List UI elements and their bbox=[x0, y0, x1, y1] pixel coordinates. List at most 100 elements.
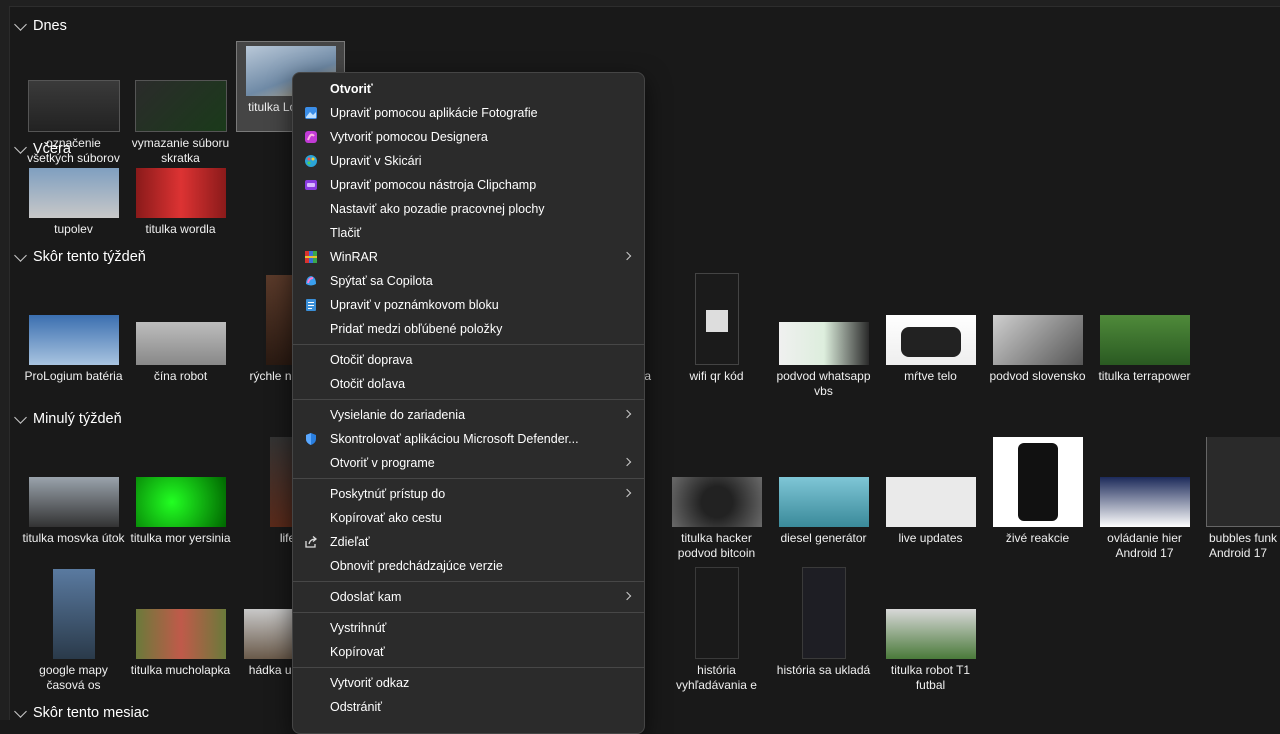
file-thumbnail bbox=[1099, 477, 1190, 527]
file-tile[interactable]: titulka mucholapka bbox=[127, 569, 234, 678]
file-name: ProLogium batéria bbox=[24, 369, 123, 383]
menu-item-give-access[interactable]: Poskytnúť prístup do bbox=[297, 482, 640, 506]
file-tile[interactable]: čína robot bbox=[127, 275, 234, 384]
file-thumbnail bbox=[694, 273, 739, 365]
menu-item-designer[interactable]: Vytvoriť pomocou Designera bbox=[297, 125, 640, 149]
file-name: tupolev bbox=[54, 222, 93, 236]
file-thumbnail bbox=[671, 477, 762, 527]
menu-item-open[interactable]: Otvoriť bbox=[297, 77, 640, 101]
menu-item-copy[interactable]: Kopírovať bbox=[297, 640, 640, 664]
menu-item-delete[interactable]: Odstrániť bbox=[297, 695, 640, 719]
menu-item-cut[interactable]: Vystrihnúť bbox=[297, 616, 640, 640]
menu-item-print[interactable]: Tlačiť bbox=[297, 221, 640, 245]
file-tile[interactable]: mŕtve telo bbox=[877, 275, 984, 384]
menu-item-clipchamp[interactable]: Upraviť pomocou nástroja Clipchamp bbox=[297, 173, 640, 197]
chevron-down-icon bbox=[14, 704, 27, 718]
group-header-last-week[interactable]: Minulý týždeň bbox=[14, 409, 122, 429]
file-thumbnail bbox=[801, 567, 846, 659]
file-name: história vyhľadávania e bbox=[676, 663, 757, 692]
file-tile[interactable]: titulka mor yersinia bbox=[127, 437, 234, 546]
navigation-pane-edge bbox=[0, 0, 10, 720]
winrar-icon bbox=[305, 251, 317, 263]
file-thumbnail bbox=[134, 80, 227, 132]
file-name: live updates bbox=[898, 531, 963, 545]
file-tile[interactable]: titulka robot T1 futbal bbox=[877, 569, 984, 693]
file-thumbnail bbox=[992, 437, 1083, 527]
menu-item-favorites[interactable]: Pridať medzi obľúbené položky bbox=[297, 317, 640, 341]
toolbar-edge bbox=[9, 0, 1280, 7]
menu-item-restore-versions[interactable]: Obnoviť predchádzajúce verzie bbox=[297, 554, 640, 578]
menu-separator bbox=[293, 478, 644, 479]
menu-item-paint[interactable]: Upraviť v Skicári bbox=[297, 149, 640, 173]
file-name: podvod slovensko bbox=[989, 369, 1086, 383]
menu-separator bbox=[293, 612, 644, 613]
menu-item-share[interactable]: Zdieľať bbox=[297, 530, 640, 554]
file-tile[interactable]: titulka wordla bbox=[127, 168, 234, 237]
file-tile[interactable]: live updates bbox=[877, 437, 984, 546]
menu-item-cast[interactable]: Vysielanie do zariadenia bbox=[297, 403, 640, 427]
file-name: čína robot bbox=[153, 369, 208, 383]
file-thumbnail bbox=[135, 477, 226, 527]
menu-item-copilot[interactable]: Spýtať sa Copilota bbox=[297, 269, 640, 293]
file-name: vymazanie súboru skratka bbox=[131, 136, 230, 165]
file-name: titulka robot T1 futbal bbox=[890, 663, 971, 692]
file-name: história sa ukladá bbox=[776, 663, 871, 677]
file-tile[interactable]: ovládanie hier Android 17 bbox=[1091, 437, 1198, 561]
menu-item-defender[interactable]: Skontrolovať aplikáciou Microsoft Defend… bbox=[297, 427, 640, 451]
file-tile[interactable]: tupolev bbox=[20, 168, 127, 237]
file-tile[interactable]: história vyhľadávania e bbox=[663, 567, 770, 693]
file-thumbnail bbox=[885, 609, 976, 659]
menu-item-edit-photos[interactable]: Upraviť pomocou aplikácie Fotografie bbox=[297, 101, 640, 125]
menu-item-winrar[interactable]: WinRAR bbox=[297, 245, 640, 269]
defender-shield-icon bbox=[306, 433, 316, 445]
file-tile[interactable]: google mapy časová os bbox=[20, 569, 127, 693]
file-tile[interactable]: titulka terrapower bbox=[1091, 275, 1198, 384]
file-tile[interactable]: diesel generátor bbox=[770, 437, 877, 546]
group-label: Dnes bbox=[33, 18, 67, 34]
file-thumbnail bbox=[28, 168, 119, 218]
group-label: Skôr tento týždeň bbox=[33, 249, 146, 265]
file-tile[interactable]: titulka mosvka útok bbox=[20, 437, 127, 546]
copilot-icon bbox=[306, 276, 316, 286]
file-tile[interactable]: podvod slovensko bbox=[984, 275, 1091, 384]
file-tile[interactable]: podvod whatsapp vbs bbox=[770, 275, 877, 399]
file-thumbnail bbox=[27, 80, 120, 132]
file-tile[interactable]: živé reakcie bbox=[984, 437, 1091, 546]
menu-item-create-shortcut[interactable]: Vytvoriť odkaz bbox=[297, 671, 640, 695]
file-thumbnail bbox=[1099, 315, 1190, 365]
file-tile[interactable]: história sa ukladá bbox=[770, 567, 877, 678]
file-name: titulka mucholapka bbox=[130, 663, 231, 677]
file-thumbnail bbox=[694, 567, 739, 659]
menu-item-rotate-left[interactable]: Otočiť doľava bbox=[297, 372, 640, 396]
menu-item-copy-path[interactable]: Kopírovať ako cestu bbox=[297, 506, 640, 530]
file-name: bubbles funk Android 17 bbox=[1209, 531, 1278, 560]
file-thumbnail bbox=[778, 322, 869, 365]
group-header-earlier-month[interactable]: Skôr tento mesiac bbox=[14, 703, 149, 723]
group-header-earlier-week[interactable]: Skôr tento týždeň bbox=[14, 247, 146, 267]
menu-item-notepad[interactable]: Upraviť v poznámkovom bloku bbox=[297, 293, 640, 317]
paint-icon bbox=[305, 155, 317, 167]
menu-item-rotate-right[interactable]: Otočiť doprava bbox=[297, 348, 640, 372]
file-name: titulka mor yersinia bbox=[130, 531, 231, 545]
file-name: ovládanie hier Android 17 bbox=[1107, 531, 1182, 560]
clipchamp-icon bbox=[305, 180, 317, 190]
menu-item-open-with[interactable]: Otvoriť v programe bbox=[297, 451, 640, 475]
file-thumbnail bbox=[28, 477, 119, 527]
file-tile[interactable]: vymazanie súboru skratka bbox=[127, 42, 234, 166]
file-tile[interactable]: označenie všetkých súborov bbox=[20, 42, 127, 166]
designer-icon bbox=[305, 131, 317, 143]
file-thumbnail bbox=[885, 315, 976, 365]
file-tile[interactable]: wifi qr kód bbox=[663, 273, 770, 384]
group-header-today[interactable]: Dnes bbox=[14, 16, 67, 36]
menu-item-wallpaper[interactable]: Nastaviť ako pozadie pracovnej plochy bbox=[297, 197, 640, 221]
file-tile[interactable]: ProLogium batéria bbox=[20, 275, 127, 384]
context-menu: Otvoriť Upraviť pomocou aplikácie Fotogr… bbox=[292, 72, 645, 734]
file-tile[interactable]: bubbles funk Android 17 bbox=[1198, 437, 1280, 561]
chevron-right-icon bbox=[622, 457, 632, 467]
file-name: mŕtve telo bbox=[904, 369, 957, 383]
file-name: titulka terrapower bbox=[1098, 369, 1191, 383]
file-thumbnail bbox=[885, 477, 976, 527]
file-tile[interactable]: titulka hacker podvod bitcoin bbox=[663, 437, 770, 561]
menu-separator bbox=[293, 581, 644, 582]
menu-item-send-to[interactable]: Odoslať kam bbox=[297, 585, 640, 609]
